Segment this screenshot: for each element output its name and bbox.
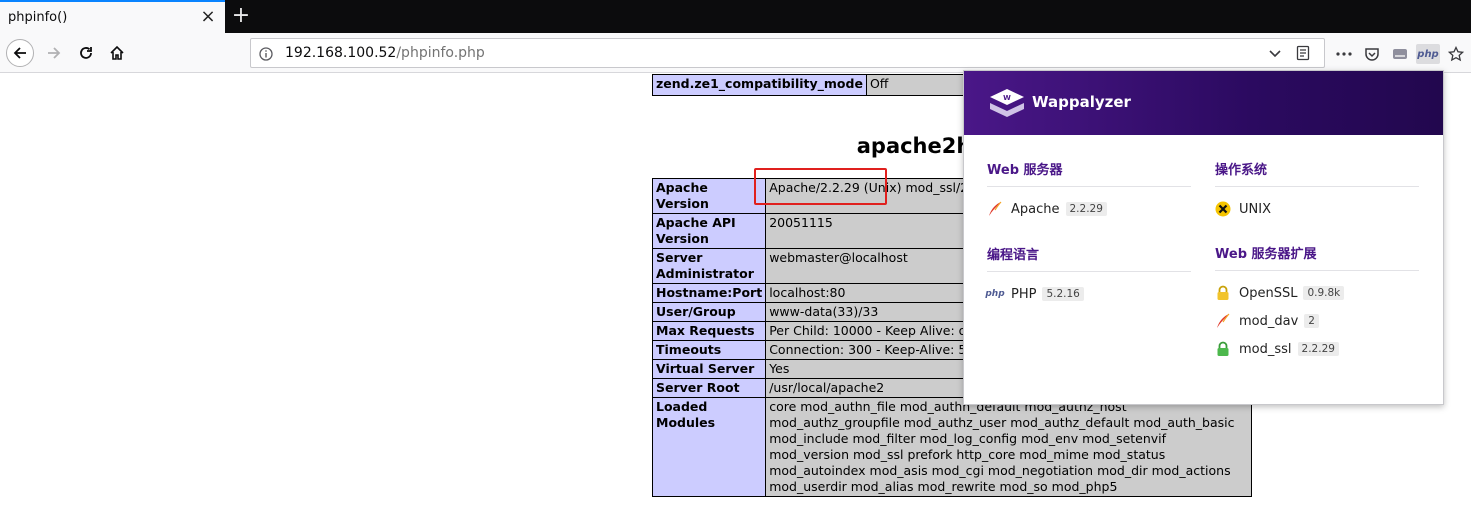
tech-name: mod_dav <box>1239 313 1299 329</box>
url-text[interactable]: 192.168.100.52/phpinfo.php <box>285 45 485 61</box>
chevron-down-icon[interactable] <box>1267 45 1283 65</box>
url-host: 192.168.100.52 <box>285 45 397 61</box>
tech-name: Apache <box>1011 201 1060 217</box>
config-key: Server Root <box>651 378 767 398</box>
wappalyzer-header: W Wappalyzer <box>964 71 1443 135</box>
tech-name: UNIX <box>1239 201 1271 217</box>
wappalyzer-php-icon[interactable]: php <box>1416 44 1440 64</box>
home-icon <box>110 45 124 60</box>
config-key: Apache API Version <box>651 213 767 249</box>
config-key: Max Requests <box>651 321 767 341</box>
tech-version: 0.9.8k <box>1303 286 1345 300</box>
category-title: 编程语言 <box>987 244 1191 272</box>
config-key: Apache Version <box>651 178 767 214</box>
apache-feather-icon <box>987 201 1003 217</box>
apache-feather-icon <box>1215 313 1231 329</box>
category-title: 操作系统 <box>1215 159 1419 187</box>
url-bar[interactable]: 192.168.100.52/phpinfo.php <box>250 38 1325 68</box>
config-key: Server Administrator <box>651 248 767 284</box>
info-icon[interactable] <box>259 46 273 65</box>
tech-item-apache[interactable]: Apache 2.2.29 <box>987 195 1191 223</box>
tech-item-mod-ssl[interactable]: mod_ssl 2.2.29 <box>1215 335 1419 363</box>
config-key: Hostname:Port <box>651 283 767 303</box>
wappalyzer-logo-icon: W <box>990 89 1024 117</box>
php-icon: php <box>985 289 1005 299</box>
reload-button[interactable] <box>72 39 100 67</box>
wappalyzer-brand: Wappalyzer <box>1032 93 1131 111</box>
tech-name: PHP <box>1011 286 1037 302</box>
lock-icon <box>1215 285 1231 301</box>
category-title: Web 服务器 <box>987 159 1191 187</box>
unix-icon <box>1215 201 1231 217</box>
category-os: 操作系统 UNIX <box>1215 159 1419 223</box>
tab-phpinfo[interactable]: phpinfo() × <box>0 0 225 33</box>
home-button[interactable] <box>103 39 131 67</box>
star-icon[interactable] <box>1446 44 1466 64</box>
back-button[interactable] <box>6 39 34 67</box>
nav-bar: 192.168.100.52/phpinfo.php php <box>0 33 1471 73</box>
config-key: Virtual Server <box>651 359 767 379</box>
tech-name: mod_ssl <box>1239 341 1292 357</box>
arrow-right-icon <box>48 47 61 59</box>
category-web-server: Web 服务器 Apache 2.2.29 <box>987 159 1191 223</box>
tech-version: 2.2.29 <box>1065 202 1107 216</box>
tech-item-unix[interactable]: UNIX <box>1215 195 1419 223</box>
tab-title: phpinfo() <box>8 10 68 25</box>
category-title: Web 服务器扩展 <box>1215 243 1419 271</box>
lock-icon <box>1215 341 1231 357</box>
tech-version: 5.2.16 <box>1042 287 1084 301</box>
reader-view-icon[interactable] <box>1295 45 1311 65</box>
svg-text:W: W <box>1003 94 1011 102</box>
config-key: Timeouts <box>651 340 767 360</box>
config-key: zend.ze1_compatibility_mode <box>652 74 867 96</box>
reload-icon <box>80 47 92 59</box>
config-value: core mod_authn_file mod_authn_default mo… <box>765 397 1252 497</box>
tab-strip: phpinfo() × + <box>0 0 1471 33</box>
url-path: /phpinfo.php <box>396 45 485 61</box>
category-web-server-extensions: Web 服务器扩展 OpenSSL 0.9.8k mod_dav 2 mod_s… <box>1215 243 1419 363</box>
tech-name: OpenSSL <box>1239 285 1298 301</box>
tech-version: 2.2.29 <box>1297 342 1339 356</box>
tech-item-mod-dav[interactable]: mod_dav 2 <box>1215 307 1419 335</box>
forward-button[interactable] <box>40 39 68 67</box>
tech-version: 2 <box>1304 314 1319 328</box>
wappalyzer-popup: W Wappalyzer Web 服务器 Apache 2.2.29 操作系统 … <box>963 70 1444 405</box>
config-key: User/Group <box>651 302 767 322</box>
tech-item-openssl[interactable]: OpenSSL 0.9.8k <box>1215 279 1419 307</box>
config-key: Loaded Modules <box>651 397 767 497</box>
new-tab-button[interactable]: + <box>231 3 251 29</box>
tech-item-php[interactable]: php PHP 5.2.16 <box>985 280 1191 308</box>
close-icon[interactable]: × <box>200 7 216 27</box>
pocket-icon[interactable] <box>1362 44 1382 64</box>
arrow-left-icon <box>13 47 26 59</box>
table-row: Loaded Modules core mod_authn_file mod_au… <box>651 397 1252 497</box>
extension-icon[interactable] <box>1390 44 1410 64</box>
more-actions-icon[interactable] <box>1334 44 1354 64</box>
category-language: 编程语言 php PHP 5.2.16 <box>985 244 1191 308</box>
